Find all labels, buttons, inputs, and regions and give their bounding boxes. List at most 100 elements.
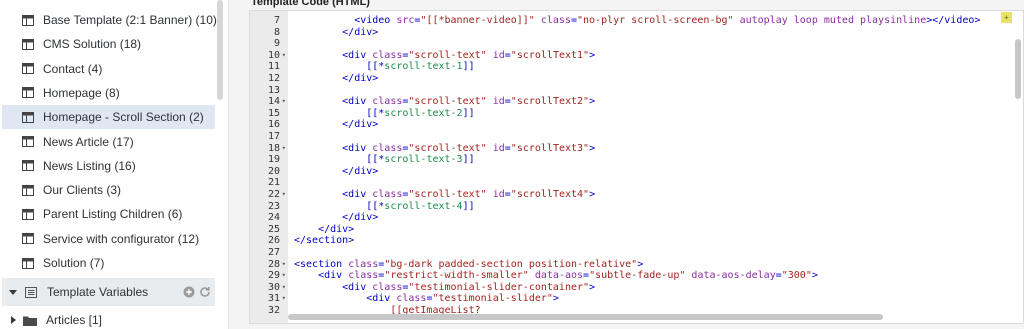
add-icon[interactable] bbox=[183, 286, 195, 298]
template-icon bbox=[22, 160, 34, 172]
line-number: 8 bbox=[250, 27, 288, 39]
template-item-label: Solution (7) bbox=[43, 256, 105, 270]
line-number-text: 17 bbox=[267, 131, 280, 142]
template-item[interactable]: Our Clients (3) bbox=[2, 178, 215, 202]
code-token: scroll-text-1 bbox=[384, 61, 463, 73]
code-token: "no-plyr scroll-screen-bg" bbox=[577, 15, 734, 26]
code-token: > bbox=[589, 96, 596, 108]
code-line: <div class="restrict-width-smaller" data… bbox=[318, 270, 818, 282]
code-token: > bbox=[811, 270, 818, 282]
code-token: > bbox=[589, 142, 596, 154]
line-number: 22 ▾ bbox=[250, 189, 288, 201]
line-number: 24 bbox=[250, 212, 288, 224]
code-token: <section bbox=[294, 258, 349, 270]
line-number-text: 7 bbox=[273, 15, 280, 26]
template-item[interactable]: News Article (17) bbox=[2, 130, 215, 154]
fold-toggle-icon[interactable]: ▾ bbox=[282, 50, 286, 62]
code-line: <video src="[[*banner-video]]" class="no… bbox=[354, 15, 980, 27]
template-variables-header[interactable]: Template Variables bbox=[2, 278, 215, 306]
fold-toggle-icon[interactable]: ▾ bbox=[282, 96, 286, 108]
fold-toggle-icon[interactable]: ▾ bbox=[282, 259, 286, 271]
template-item-label: Our Clients (3) bbox=[43, 183, 122, 198]
code-token: class bbox=[372, 281, 403, 293]
code-line: <div class="scroll-text" id="scrollText4… bbox=[342, 189, 595, 201]
fold-toggle-icon[interactable]: ▾ bbox=[282, 189, 286, 201]
code-token: </div> bbox=[342, 73, 379, 84]
line-number: 25 bbox=[250, 224, 288, 236]
line-number: 9 bbox=[250, 38, 288, 50]
template-item[interactable]: Service with configurator (12) bbox=[2, 227, 215, 251]
vertical-scrollbar[interactable] bbox=[1015, 39, 1021, 99]
template-item[interactable]: Homepage - Scroll Section (2) bbox=[2, 105, 215, 130]
code-token: scroll-text-4 bbox=[384, 200, 463, 212]
code-token: > bbox=[552, 293, 559, 305]
code-token: "[[*banner-video]]" bbox=[420, 15, 535, 26]
line-number-text: 29 bbox=[267, 270, 280, 282]
sidebar-scrollbar[interactable] bbox=[217, 0, 223, 100]
line-number-text: 22 bbox=[267, 189, 280, 200]
code-token: scroll-text-3 bbox=[384, 154, 463, 166]
code-line: <div class="scroll-text" id="scrollText2… bbox=[342, 96, 595, 108]
line-number: 23 bbox=[250, 201, 288, 213]
template-item[interactable]: Parent Listing Children (6) bbox=[2, 202, 215, 226]
line-number: 14 ▾ bbox=[250, 96, 288, 108]
caret-right-icon[interactable] bbox=[11, 316, 16, 324]
caret-down-icon[interactable] bbox=[9, 289, 17, 295]
line-number: 16 bbox=[250, 119, 288, 131]
code-token: ]] bbox=[462, 200, 475, 212]
code-token: "scroll-text" bbox=[408, 189, 487, 200]
code-editor[interactable]: 7 8 9 10 ▾ 11 12 13 14 ▾ 15 16 17 18 ▾ 19 20 21 22 ▾ 23 24 25 2… bbox=[249, 10, 1024, 324]
template-icon bbox=[22, 136, 34, 147]
template-item[interactable]: Homepage (8) bbox=[2, 81, 215, 105]
code-token: [[* bbox=[366, 200, 385, 212]
template-icon bbox=[22, 87, 34, 99]
code-token: autoplay loop muted playsinline bbox=[739, 15, 927, 26]
template-item[interactable]: Contact (4) bbox=[2, 57, 215, 81]
code-token: > bbox=[637, 258, 644, 270]
template-icon bbox=[22, 14, 34, 26]
line-number-text: 31 bbox=[267, 293, 280, 305]
line-number-text: 25 bbox=[267, 223, 280, 235]
fold-toggle-icon[interactable]: ▾ bbox=[282, 143, 286, 155]
code-token: "scrollText3" bbox=[510, 142, 590, 154]
code-line: </div> bbox=[342, 212, 378, 224]
code-line: <section class="bg-dark padded-section p… bbox=[294, 259, 643, 271]
folder-articles[interactable]: Articles [1] bbox=[2, 310, 215, 329]
refresh-icon[interactable] bbox=[199, 286, 211, 298]
editor-corner-badge[interactable]: + bbox=[1001, 12, 1012, 23]
code-token: "restrict-width-smaller" bbox=[384, 270, 529, 282]
line-number: 17 bbox=[250, 131, 288, 143]
line-number: 28 ▾ bbox=[250, 259, 288, 271]
code-token: ></video> bbox=[926, 15, 981, 26]
code-line: [[*scroll-text-3]] bbox=[366, 154, 474, 166]
horizontal-scrollbar[interactable] bbox=[288, 314, 883, 320]
code-token: <div bbox=[342, 49, 373, 61]
template-item[interactable]: Solution (7) bbox=[2, 251, 215, 275]
template-variables-label: Template Variables bbox=[47, 285, 149, 299]
fold-toggle-icon[interactable]: ▾ bbox=[282, 270, 286, 282]
line-number-text: 26 bbox=[267, 235, 280, 247]
code-line: <div class="testimonial-slider-container… bbox=[342, 282, 595, 294]
code-token: "scrollText4" bbox=[510, 189, 590, 200]
template-icon bbox=[22, 233, 34, 245]
line-number-text: 23 bbox=[267, 200, 280, 212]
line-number: 27 bbox=[250, 247, 288, 259]
fold-toggle-icon[interactable]: ▾ bbox=[282, 293, 286, 305]
line-number-text: 30 bbox=[267, 281, 280, 293]
template-item[interactable]: CMS Solution (18) bbox=[2, 32, 215, 56]
template-item-label: Service with configurator (12) bbox=[43, 231, 200, 246]
code-token: <div bbox=[342, 142, 373, 154]
code-token: [[* bbox=[366, 154, 385, 166]
template-item-label: Contact (4) bbox=[43, 61, 103, 76]
code-token: </div> bbox=[318, 223, 355, 235]
template-item[interactable]: Base Template (2:1 Banner) (10) bbox=[2, 8, 217, 32]
line-number-text: 18 bbox=[267, 142, 280, 154]
code-token: <div bbox=[342, 281, 373, 293]
code-token: id bbox=[492, 142, 505, 154]
fold-toggle-icon[interactable]: ▾ bbox=[282, 282, 286, 294]
code-token: > bbox=[589, 189, 596, 200]
code-token: ]] bbox=[462, 107, 475, 119]
code-token: "300" bbox=[781, 270, 812, 282]
template-item[interactable]: News Listing (16) bbox=[2, 154, 215, 178]
code-line: [[*scroll-text-2]] bbox=[366, 108, 474, 120]
